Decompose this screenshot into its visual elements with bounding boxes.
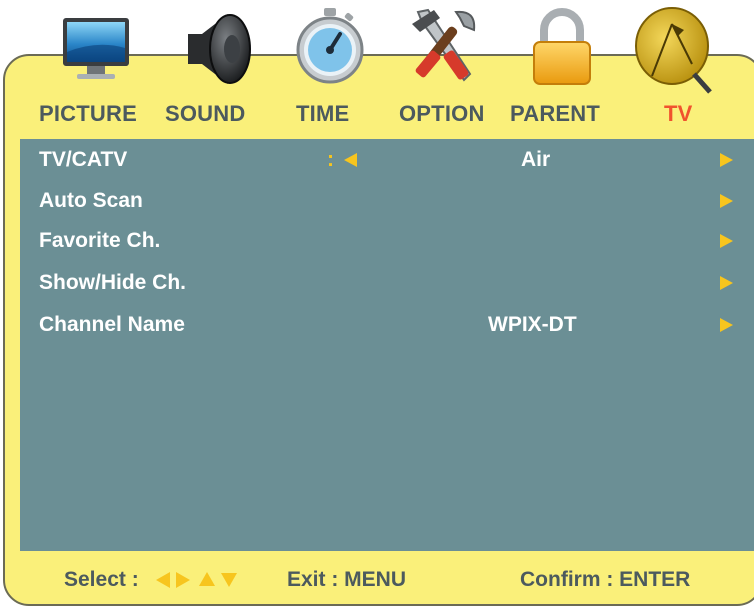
confirm-hint: Confirm : ENTER <box>520 568 691 591</box>
tab-parent[interactable]: PARENT <box>510 96 600 132</box>
arrow-right-icon[interactable] <box>720 194 733 208</box>
arrow-up-icon <box>199 572 215 586</box>
satellite-dish-icon[interactable] <box>632 4 712 94</box>
row-label: Show/Hide Ch. <box>39 271 186 294</box>
tab-picture[interactable]: PICTURE <box>39 96 137 132</box>
row-label: Channel Name <box>39 313 185 336</box>
arrow-left-icon <box>156 572 170 588</box>
tab-time[interactable]: TIME <box>296 96 349 132</box>
arrow-right-icon[interactable] <box>720 234 733 248</box>
arrow-down-icon <box>221 573 237 587</box>
arrow-right-icon[interactable] <box>720 318 733 332</box>
tools-icon[interactable] <box>404 4 484 90</box>
row-value: WPIX-DT <box>488 313 577 336</box>
menu-row-channel-name[interactable]: Channel Name WPIX-DT <box>20 305 754 345</box>
row-value: Air <box>521 148 551 171</box>
arrow-right-icon[interactable] <box>720 153 733 167</box>
menu-row-tv-catv[interactable]: TV/CATV : Air <box>20 140 754 180</box>
arrow-left-icon[interactable] <box>344 153 357 167</box>
footer-hints: Select : Exit : MENU Confirm : ENTER <box>0 560 754 600</box>
row-label: Auto Scan <box>39 189 143 212</box>
tab-sound[interactable]: SOUND <box>165 96 245 132</box>
menu-row-show-hide-ch[interactable]: Show/Hide Ch. <box>20 263 754 303</box>
padlock-icon[interactable] <box>522 4 602 90</box>
tab-icon-row <box>0 0 754 100</box>
tab-tv[interactable]: TV <box>664 96 693 132</box>
speaker-icon[interactable] <box>180 4 260 90</box>
value-separator: : <box>327 148 334 171</box>
monitor-icon[interactable] <box>57 4 137 90</box>
stopwatch-icon[interactable] <box>290 4 370 90</box>
arrow-right-icon[interactable] <box>720 276 733 290</box>
settings-panel: TV/CATV : Air Auto Scan Favorite Ch. Sho… <box>20 139 754 551</box>
exit-hint: Exit : MENU <box>287 568 407 591</box>
menu-row-favorite-ch[interactable]: Favorite Ch. <box>20 221 754 261</box>
arrow-right-icon <box>176 572 190 588</box>
select-hint: Select : <box>64 568 139 591</box>
row-label: Favorite Ch. <box>39 229 161 252</box>
menu-row-auto-scan[interactable]: Auto Scan <box>20 181 754 221</box>
tab-option[interactable]: OPTION <box>399 96 485 132</box>
row-label: TV/CATV <box>39 148 128 171</box>
